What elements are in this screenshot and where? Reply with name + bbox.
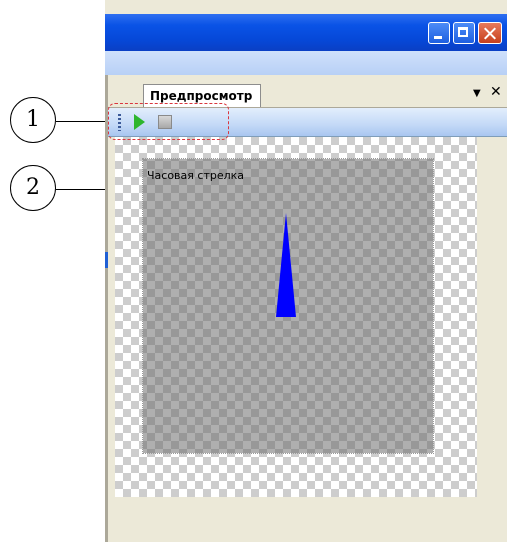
clock-hand-shape[interactable] (276, 213, 296, 317)
panel-bottom-area (108, 497, 507, 542)
callout-1: 1 (10, 97, 56, 143)
callout-1-number: 1 (26, 107, 40, 132)
panel-close-icon[interactable]: ✕ (490, 84, 502, 100)
minimize-button[interactable] (428, 22, 450, 44)
panel-menu-dropdown-icon[interactable]: ▼ (473, 88, 481, 99)
scene-area: Часовая стрелка (142, 158, 434, 454)
callout-2: 2 (10, 165, 56, 211)
callout-2-number: 2 (26, 175, 40, 200)
menu-strip (105, 51, 507, 75)
tab-preview-label: Предпросмотр (150, 89, 253, 103)
preview-canvas[interactable]: Часовая стрелка (115, 137, 477, 497)
clock-hand-polygon (276, 213, 296, 317)
close-window-button[interactable] (478, 22, 502, 44)
preview-side-area (477, 137, 507, 497)
object-label: Часовая стрелка (147, 169, 245, 182)
callout-1-leader (56, 121, 109, 123)
toolbar-highlight-frame (108, 103, 229, 140)
left-dock-edge (105, 75, 108, 542)
maximize-button[interactable] (453, 22, 475, 44)
left-dock-marker (105, 252, 108, 268)
application-window: Предпросмотр ▼ ✕ Часовая стрелка (105, 0, 507, 542)
